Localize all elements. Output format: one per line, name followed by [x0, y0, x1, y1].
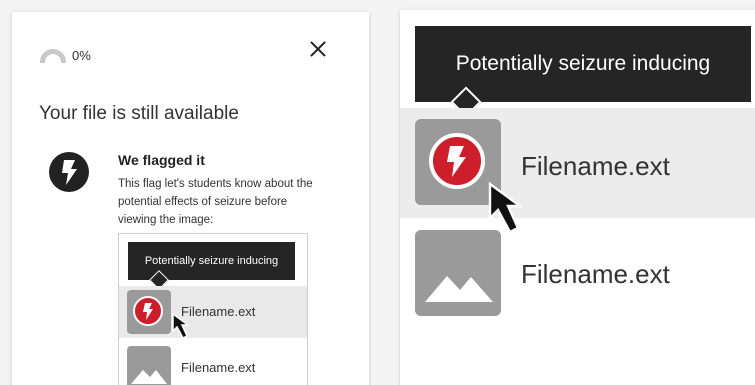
- seizure-tooltip: Potentially seizure inducing: [128, 242, 295, 280]
- file-row-flagged[interactable]: Filename.ext: [119, 286, 307, 339]
- upload-progress: 0%: [40, 48, 91, 63]
- file-thumbnail: [415, 119, 501, 205]
- file-name: Filename.ext: [521, 151, 670, 181]
- file-list-preview: Potentially seizure inducing Filename.ex…: [118, 233, 308, 385]
- tooltip-text: Potentially seizure inducing: [455, 52, 711, 75]
- file-row-flagged[interactable]: Filename.ext: [400, 108, 755, 234]
- flag-description: This flag let's students know about the …: [118, 178, 313, 226]
- file-status-modal: 0% Your file is still available We flagg…: [12, 12, 369, 385]
- image-placeholder-icon: [127, 346, 171, 385]
- file-thumbnail: [127, 290, 171, 334]
- file-name: Filename.ext: [181, 304, 256, 319]
- progress-percent: 0%: [72, 48, 91, 63]
- tooltip-text: Potentially seizure inducing: [144, 255, 279, 267]
- image-placeholder-icon: [415, 230, 501, 316]
- lightning-flag-icon: [49, 152, 89, 192]
- file-row[interactable]: Filename.ext: [400, 228, 755, 320]
- file-name: Filename.ext: [521, 259, 670, 289]
- zoomed-file-list: Potentially seizure inducing Filename.ex…: [400, 10, 755, 385]
- modal-heading: Your file is still available: [39, 103, 239, 124]
- flag-title: We flagged it: [118, 152, 205, 168]
- seizure-tooltip-zoomed: Potentially seizure inducing: [415, 26, 751, 102]
- file-name: Filename.ext: [181, 360, 256, 375]
- progress-gauge-icon: [40, 48, 66, 63]
- close-icon[interactable]: [307, 38, 329, 60]
- seizure-flag-icon: [133, 296, 163, 326]
- file-row[interactable]: Filename.ext: [119, 342, 307, 385]
- seizure-flag-icon: [429, 133, 485, 189]
